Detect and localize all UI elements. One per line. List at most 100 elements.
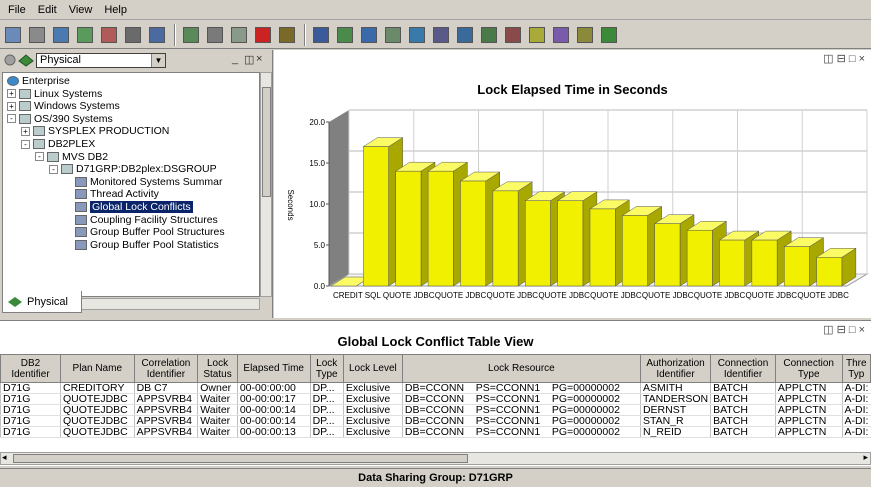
layout-button[interactable]: [430, 24, 452, 46]
tree-node[interactable]: Thread Activity: [63, 188, 159, 200]
table-horizontal-scrollbar[interactable]: ◂ ▸: [0, 452, 871, 465]
view-select[interactable]: Physical ▼: [36, 53, 166, 68]
column-header[interactable]: Thre Typ: [841, 354, 871, 383]
columns-button[interactable]: [454, 24, 476, 46]
window-icon: [149, 26, 165, 43]
connect-button[interactable]: [98, 24, 120, 46]
table-cell: QUOTEJDBC: [60, 415, 135, 427]
tree-node-label: Windows Systems: [34, 100, 120, 113]
table-cell: Exclusive: [342, 404, 403, 416]
tree-node[interactable]: + SYSPLEX PRODUCTION: [21, 125, 169, 137]
tree-node[interactable]: Global Lock Conflicts: [63, 201, 193, 213]
ball-button[interactable]: [598, 24, 620, 46]
chart-panel: 0.0 5.0 10.0 15.0 20.0 Seconds CREDIT SQL QUOTE…: [274, 50, 871, 318]
window-button[interactable]: [146, 24, 168, 46]
stop-button[interactable]: [252, 24, 274, 46]
restore-icon[interactable]: ◫: [244, 53, 254, 66]
book-button[interactable]: [574, 24, 596, 46]
bar-front: [525, 200, 551, 287]
column-header[interactable]: Lock Level: [342, 354, 403, 383]
table-cell: STAN_R: [639, 415, 711, 427]
column-header[interactable]: Authorization Identifier: [639, 354, 712, 383]
minimize-icon[interactable]: _: [232, 53, 238, 65]
chevron-down-icon[interactable]: ▼: [151, 54, 165, 67]
tree-node[interactable]: + Windows Systems: [7, 100, 120, 112]
tree-vertical-scrollbar[interactable]: [260, 72, 272, 297]
column-header[interactable]: Connection Type: [774, 354, 843, 383]
table-header-row: DB2 Identifier Plan Name Correlation Ident…: [0, 354, 871, 383]
column-header[interactable]: Plan Name: [60, 354, 135, 383]
expand-icon[interactable]: +: [7, 89, 16, 99]
sound-button[interactable]: [276, 24, 298, 46]
column-header[interactable]: Lock Resource: [401, 354, 641, 383]
tree-node-label: MVS DB2: [62, 150, 109, 163]
table-cell: DB=CCONN PS=CCONN1 PG=00000002: [401, 426, 641, 438]
tree-node-label: D71GRP:DB2plex:DSGROUP: [76, 163, 217, 176]
expand-icon[interactable]: +: [7, 101, 16, 111]
tree-node[interactable]: Monitored Systems Summar: [63, 176, 222, 188]
scroll-thumb[interactable]: [262, 87, 271, 197]
tree-node[interactable]: - OS/390 Systems: [7, 113, 113, 125]
table-cell: Exclusive: [342, 382, 403, 394]
tab-physical[interactable]: Physical: [2, 291, 82, 313]
report-icon: [481, 26, 497, 43]
table-row[interactable]: D71G CREDITORY DB C7 Owner 00-00:00:00 DP... E…: [0, 382, 871, 394]
scroll-right-icon[interactable]: ▸: [863, 452, 868, 463]
refresh-button[interactable]: [180, 24, 202, 46]
collapse-icon[interactable]: -: [21, 139, 30, 149]
tools-button[interactable]: [122, 24, 144, 46]
chart-window-controls[interactable]: ◫ ⊟ □ ×: [823, 52, 865, 65]
image-button[interactable]: [502, 24, 524, 46]
column-header[interactable]: Elapsed Time: [236, 354, 311, 383]
tree-node[interactable]: - DB2PLEX: [21, 138, 95, 150]
column-header[interactable]: DB2 Identifier: [0, 354, 61, 383]
menu-help[interactable]: Help: [98, 0, 133, 20]
bar-front: [719, 239, 746, 287]
area-chart-button[interactable]: [406, 24, 428, 46]
tree-node[interactable]: Coupling Facility Structures: [63, 214, 218, 226]
arrows-icon: [553, 26, 569, 43]
table-row[interactable]: D71G QUOTEJDBC APPSVRB4 Waiter 00-00:00:14 DP…: [0, 404, 871, 416]
tree-node[interactable]: Group Buffer Pool Statistics: [63, 239, 219, 251]
tree-node[interactable]: Enterprise: [7, 75, 70, 87]
tree-node[interactable]: Group Buffer Pool Structures: [63, 226, 225, 238]
table-cell: APPSVRB4: [133, 426, 198, 438]
dashboard-button[interactable]: [526, 24, 548, 46]
collapse-icon[interactable]: -: [7, 114, 16, 124]
scroll-left-icon[interactable]: ◂: [2, 452, 7, 463]
scroll-thumb[interactable]: [13, 454, 468, 463]
expand-icon[interactable]: +: [21, 126, 30, 136]
column-header[interactable]: Connection Identifier: [710, 354, 776, 383]
save-button[interactable]: [2, 24, 24, 46]
arrows-button[interactable]: [550, 24, 572, 46]
grid-button[interactable]: [204, 24, 226, 46]
collapse-icon[interactable]: -: [35, 152, 44, 162]
table-cell: A-DI:: [841, 426, 871, 438]
tree-node[interactable]: - D71GRP:DB2plex:DSGROUP: [49, 163, 217, 175]
globe-button[interactable]: [334, 24, 356, 46]
line-chart-button[interactable]: [382, 24, 404, 46]
report-button[interactable]: [478, 24, 500, 46]
menu-edit[interactable]: Edit: [32, 0, 63, 20]
tree-node[interactable]: - MVS DB2: [35, 151, 108, 163]
column-header[interactable]: Lock Status: [197, 354, 238, 383]
bar-chart-button[interactable]: [358, 24, 380, 46]
reload-button[interactable]: [228, 24, 250, 46]
status-bar: Data Sharing Group: D71GRP: [0, 468, 871, 487]
bar-front: [654, 223, 681, 287]
column-header[interactable]: Correlation Identifier: [133, 354, 199, 383]
network-button[interactable]: [74, 24, 96, 46]
table-button[interactable]: [310, 24, 332, 46]
table-row[interactable]: D71G QUOTEJDBC APPSVRB4 Waiter 00-00:00:14 DP…: [0, 415, 871, 427]
table-row[interactable]: D71G QUOTEJDBC APPSVRB4 Waiter 00-00:00:13 DP…: [0, 426, 871, 438]
column-header[interactable]: Lock Type: [309, 354, 344, 383]
properties-button[interactable]: [26, 24, 48, 46]
dashboard-icon: [529, 26, 545, 43]
table-row[interactable]: D71G QUOTEJDBC APPSVRB4 Waiter 00-00:00:17 DP…: [0, 393, 871, 405]
close-icon[interactable]: ×: [256, 53, 262, 65]
monitor-button[interactable]: [50, 24, 72, 46]
menu-view[interactable]: View: [63, 0, 99, 20]
tree-node[interactable]: + Linux Systems: [7, 88, 102, 100]
collapse-icon[interactable]: -: [49, 164, 58, 174]
menu-file[interactable]: File: [2, 0, 32, 20]
